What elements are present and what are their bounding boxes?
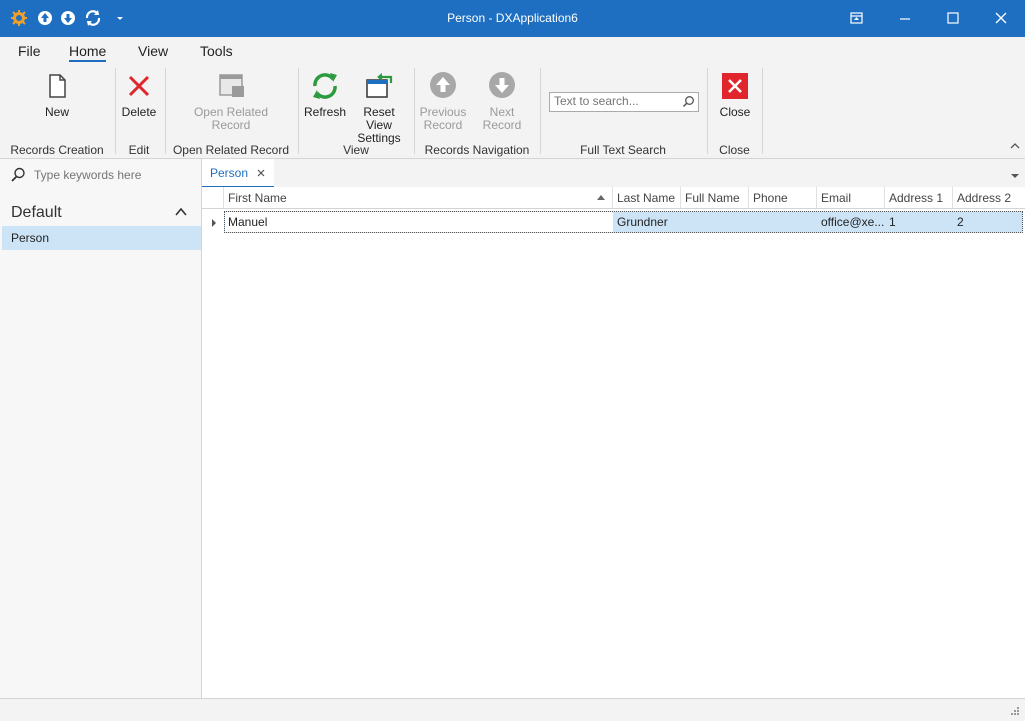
close-tab-icon[interactable]	[256, 167, 266, 181]
sort-ascending-icon	[596, 187, 606, 214]
application-window: Person - DXApplication6 File Home View T…	[0, 0, 1025, 721]
tab-file[interactable]: File	[18, 43, 41, 59]
group-label-view: View	[343, 143, 369, 157]
group-label-records-navigation: Records Navigation	[424, 143, 530, 157]
cell-last-name[interactable]: Grundner	[613, 211, 681, 233]
open-related-label-line2: Record	[211, 118, 251, 132]
tab-person[interactable]: Person	[202, 159, 274, 188]
tab-dropdown-icon[interactable]	[1010, 169, 1020, 183]
arrow-up-circle-icon	[427, 70, 459, 102]
group-separator	[414, 68, 415, 154]
next-record-label: Next Record	[482, 105, 522, 132]
refresh-label: Refresh	[304, 105, 347, 119]
open-related-record-button[interactable]: Open Related Record	[193, 70, 269, 132]
cell-phone[interactable]	[749, 211, 817, 233]
full-text-search-input[interactable]	[550, 93, 679, 109]
maximize-icon[interactable]	[930, 0, 976, 37]
cell-full-name[interactable]	[681, 211, 749, 233]
arrow-down-circle-icon	[486, 70, 518, 102]
group-label-close: Close	[719, 143, 750, 157]
resize-grip-icon[interactable]	[1010, 705, 1020, 719]
records-grid: First Name Last Name Full Name Phone Ema…	[202, 187, 1025, 698]
nav-group-header[interactable]: Default	[11, 204, 62, 222]
window-relation-icon	[215, 70, 247, 102]
group-separator	[165, 68, 166, 154]
row-indicator-arrow-icon	[210, 217, 218, 231]
title-bar: Person - DXApplication6	[0, 0, 1025, 37]
status-bar	[0, 698, 1025, 721]
new-label: New	[44, 105, 69, 119]
delete-label: Delete	[121, 105, 157, 119]
column-header-full-name[interactable]: Full Name	[681, 187, 749, 209]
column-header-last-name[interactable]: Last Name	[613, 187, 681, 209]
column-header-address-1[interactable]: Address 1	[885, 187, 953, 209]
tab-view[interactable]: View	[138, 43, 168, 59]
tab-home[interactable]: Home	[69, 43, 107, 62]
group-separator	[115, 68, 116, 154]
group-label-open-related-record: Open Related Record	[172, 143, 290, 157]
cell-first-name[interactable]: Manuel	[224, 211, 613, 233]
new-document-icon	[41, 70, 73, 102]
group-separator	[540, 68, 541, 154]
cell-email[interactable]: office@xe...	[817, 211, 885, 233]
group-separator	[762, 68, 763, 154]
delete-button[interactable]: Delete	[120, 70, 158, 119]
close-button[interactable]: Close	[716, 70, 754, 119]
ribbon: New Delete Open Related Record Refresh R…	[0, 65, 1025, 159]
previous-label-line2: Record	[423, 118, 463, 132]
group-label-records-creation: Records Creation	[10, 143, 104, 157]
document-tabs: Person	[202, 159, 1025, 188]
navigation-search[interactable]	[10, 167, 196, 186]
close-red-icon	[719, 70, 751, 102]
search-icon[interactable]	[682, 95, 695, 111]
reset-view-settings-button[interactable]: Reset View Settings	[350, 70, 408, 145]
column-header-email[interactable]: Email	[817, 187, 885, 209]
tab-tools[interactable]: Tools	[200, 43, 233, 59]
column-header-phone[interactable]: Phone	[749, 187, 817, 209]
previous-record-button[interactable]: Previous Record	[419, 70, 467, 132]
refresh-green-icon	[309, 70, 341, 102]
column-header-first-name[interactable]: First Name	[224, 187, 613, 209]
reset-view-icon	[363, 70, 395, 102]
group-label-full-text-search: Full Text Search	[580, 143, 666, 157]
full-text-search-box[interactable]	[549, 92, 699, 112]
navigation-search-input[interactable]	[32, 167, 196, 183]
search-icon	[10, 167, 26, 186]
close-icon[interactable]	[978, 0, 1024, 37]
minimize-icon[interactable]	[882, 0, 928, 37]
restore-layout-icon[interactable]	[833, 0, 879, 37]
reset-view-label-line1: Reset View	[363, 105, 395, 132]
row-indicator-header	[202, 187, 224, 209]
group-separator	[298, 68, 299, 154]
ribbon-tabs: File Home View Tools	[0, 37, 1025, 65]
nav-item-label: Person	[11, 231, 50, 245]
tab-person-label: Person	[210, 166, 249, 180]
chevron-up-icon[interactable]	[174, 206, 188, 221]
refresh-button[interactable]: Refresh	[304, 70, 346, 119]
new-button[interactable]: New	[37, 70, 77, 119]
close-label: Close	[719, 105, 751, 119]
delete-x-icon	[123, 70, 155, 102]
nav-item-person[interactable]: Person	[2, 226, 201, 250]
cell-address-2[interactable]: 2	[953, 211, 1023, 233]
group-label-edit: Edit	[128, 143, 150, 157]
column-header-address-2[interactable]: Address 2	[953, 187, 1025, 209]
group-separator	[707, 68, 708, 154]
column-header-label: First Name	[228, 191, 287, 205]
next-record-button[interactable]: Next Record	[469, 70, 535, 132]
cell-address-1[interactable]: 1	[885, 211, 953, 233]
collapse-ribbon-chevron-icon[interactable]	[1009, 140, 1021, 152]
